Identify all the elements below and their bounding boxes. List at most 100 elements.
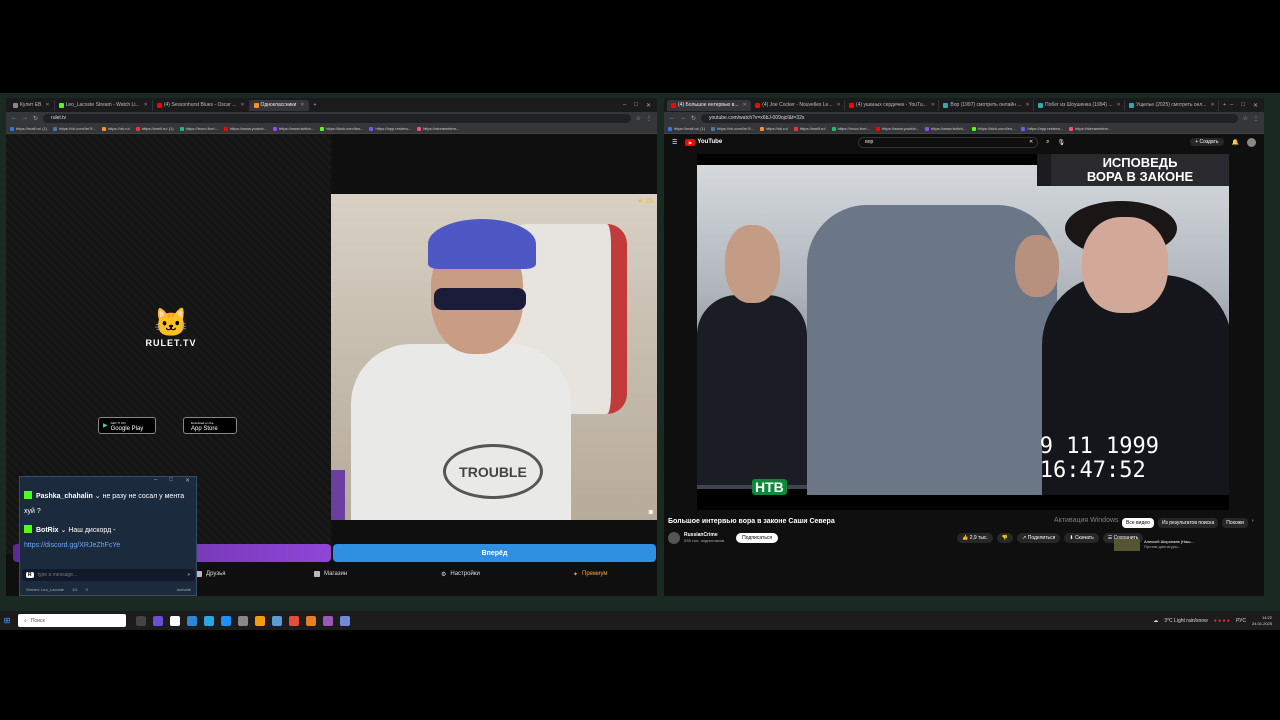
- create-button[interactable]: + Создать: [1190, 138, 1224, 146]
- close-icon[interactable]: ✕: [1117, 102, 1121, 108]
- close-icon[interactable]: ✕: [144, 102, 148, 108]
- download-button[interactable]: ⬇ Скачать: [1064, 533, 1099, 543]
- close-icon[interactable]: ✕: [743, 102, 747, 108]
- maximize-icon[interactable]: □: [634, 102, 638, 109]
- tray-icons[interactable]: ● ● ● ●: [1214, 618, 1230, 624]
- tab-6[interactable]: Ущелье (2025) смотреть онл... ✕: [1125, 99, 1220, 111]
- tab-4[interactable]: Вор (1997) смотреть онлайн ... ✕: [939, 99, 1035, 111]
- bookmark-item[interactable]: https://ok.ru/: [101, 126, 130, 131]
- chat-link[interactable]: https://discord.gg/XRJeZhFcYe: [24, 542, 120, 549]
- app-icon[interactable]: [272, 615, 282, 626]
- bookmark-item[interactable]: https://www.youtub...: [224, 126, 267, 131]
- close-icon[interactable]: ✕: [836, 102, 840, 108]
- url-field[interactable]: rulet.tv: [43, 113, 631, 123]
- like-button[interactable]: 👍 2,9 тыс.: [957, 533, 993, 543]
- clear-icon[interactable]: ✕: [1029, 139, 1037, 145]
- chip[interactable]: Похожи: [1222, 518, 1248, 528]
- minimize-icon[interactable]: –: [154, 477, 157, 487]
- close-window-icon[interactable]: ✕: [1253, 102, 1258, 109]
- bookmark-item[interactable]: https://vk.com/im?f...: [711, 126, 754, 131]
- close-icon[interactable]: ✕: [1025, 102, 1029, 108]
- nav-shop[interactable]: Магазин: [314, 571, 347, 577]
- folder-icon[interactable]: [255, 615, 265, 626]
- nav-premium[interactable]: ✦ Премиум: [573, 571, 608, 578]
- bookmark-item[interactable]: https://app.restrea...: [1021, 126, 1063, 131]
- share-button[interactable]: ↗ Поделиться: [1017, 533, 1061, 543]
- tab-3[interactable]: (4) Sessonhurst Blues - Oscar ... ✕: [153, 99, 250, 111]
- weather-icon[interactable]: ☁: [1153, 618, 1158, 624]
- edge-icon[interactable]: [187, 615, 197, 626]
- taskbar-search[interactable]: ⌕ Поиск: [18, 614, 126, 627]
- minimize-icon[interactable]: –: [623, 102, 626, 109]
- back-icon[interactable]: ←: [11, 115, 17, 121]
- chip[interactable]: Все видео: [1122, 518, 1154, 528]
- clock[interactable]: 14:22 24.01.2025: [1252, 615, 1272, 627]
- chat-status[interactable]: Activate: [177, 587, 195, 592]
- chip[interactable]: Из результатов поиска: [1157, 518, 1219, 528]
- start-button[interactable]: Вперёд: [333, 544, 656, 562]
- bookmark-item[interactable]: https://www.twitch...: [925, 126, 966, 131]
- tab-2[interactable]: (4) Joe Cocker - Nouvelles Le... ✕: [751, 99, 846, 111]
- chrome-icon[interactable]: [306, 615, 316, 626]
- channel-avatar[interactable]: [668, 532, 680, 544]
- forward-icon[interactable]: →: [680, 115, 686, 121]
- google-play-button[interactable]: ▶ GET IT ON Google Play: [98, 417, 156, 434]
- partner-video[interactable]: TROUBLE ★ 25 ◙: [331, 194, 657, 520]
- new-tab-icon[interactable]: +: [1219, 102, 1230, 108]
- search-input[interactable]: вор ✕: [858, 136, 1039, 148]
- bookmark-item[interactable]: https://smili.ru/ (1): [135, 126, 174, 131]
- close-icon[interactable]: ✕: [45, 102, 49, 108]
- new-tab-icon[interactable]: +: [309, 102, 320, 108]
- mic-icon[interactable]: 🎙: [1058, 139, 1066, 146]
- video-player[interactable]: 9 11 1999 16:47:52 ИСПОВЕДЬ ВОРА В ЗАКОНЕ …: [697, 154, 1229, 510]
- bookmark-item[interactable]: https://trovo.live/...: [179, 126, 218, 131]
- bookmark-item[interactable]: https://ok.ru/: [759, 126, 788, 131]
- bookmark-item[interactable]: https://streamelem...: [1069, 126, 1111, 131]
- windows-start-icon[interactable]: ⊞: [0, 616, 14, 625]
- close-window-icon[interactable]: ✕: [646, 102, 651, 109]
- bookmark-item[interactable]: https://www.youtub...: [876, 126, 919, 131]
- search-icon[interactable]: ⌕: [1046, 139, 1049, 146]
- tab-1[interactable]: (4) Большое интервью в... ✕: [667, 99, 752, 111]
- star-icon[interactable]: ☆: [636, 115, 641, 122]
- url-field[interactable]: youtube.com/watch?v=x6bJ-009ojcI&t=32s: [701, 113, 1238, 123]
- nav-settings[interactable]: ⚙ Настройки: [441, 571, 480, 578]
- bookmark-item[interactable]: https://app.restrea...: [369, 126, 411, 131]
- language-indicator[interactable]: РУС: [1236, 618, 1246, 624]
- dislike-button[interactable]: 👎: [996, 533, 1014, 543]
- minimize-icon[interactable]: –: [1230, 102, 1233, 109]
- app-icon[interactable]: [238, 615, 248, 626]
- camera-icon[interactable]: ◙: [649, 509, 653, 516]
- chat-username[interactable]: Pashka_chahalin: [36, 493, 93, 500]
- tab-3[interactable]: (4) ушаных сердечек - YouTu... ✕: [845, 99, 940, 111]
- tab-1[interactable]: Кулит ЕВ ✕: [9, 99, 55, 111]
- discord-icon[interactable]: [340, 615, 350, 626]
- app-store-button[interactable]: Download on the App Store: [183, 417, 237, 434]
- chat-input[interactable]: Rtype a message... ➤: [22, 569, 195, 581]
- tab-4[interactable]: Одноклассники ✕: [249, 99, 310, 111]
- star-icon[interactable]: ☆: [1243, 115, 1248, 122]
- bell-icon[interactable]: 🔔: [1232, 139, 1239, 146]
- chat-username[interactable]: BotRix: [36, 527, 59, 534]
- app-icon[interactable]: [289, 615, 299, 626]
- reload-icon[interactable]: ↻: [691, 115, 696, 122]
- maximize-icon[interactable]: □: [1241, 102, 1245, 109]
- weather-text[interactable]: 3°C Light rain/snow: [1164, 618, 1207, 624]
- close-icon[interactable]: ✕: [1211, 102, 1215, 108]
- chevron-right-icon[interactable]: ›: [1252, 518, 1254, 528]
- tab-5[interactable]: Побег из Шоушенка (1994) ... ✕: [1034, 99, 1126, 111]
- bookmark-item[interactable]: https://www.twitch...: [273, 126, 314, 131]
- close-icon[interactable]: ✕: [240, 102, 244, 108]
- bookmark-item[interactable]: https://mail.ru/ (1): [10, 126, 47, 131]
- bookmark-item[interactable]: https://mail.ru/ (1): [668, 126, 705, 131]
- menu-icon[interactable]: ⋮: [646, 115, 652, 122]
- bookmark-item[interactable]: https://trovo.live/...: [831, 126, 870, 131]
- youtube-logo[interactable]: ▶ YouTube: [685, 138, 722, 146]
- task-view-icon[interactable]: [136, 615, 146, 626]
- tab-2[interactable]: Leo_Lacoste Stream - Watch Li... ✕: [55, 99, 153, 111]
- close-icon[interactable]: ✕: [931, 102, 935, 108]
- bookmark-item[interactable]: https://kick.com/leo...: [320, 126, 363, 131]
- menu-icon[interactable]: ⋮: [1253, 115, 1259, 122]
- subscribe-button[interactable]: Подписаться: [736, 533, 779, 543]
- close-icon[interactable]: ✕: [300, 102, 304, 108]
